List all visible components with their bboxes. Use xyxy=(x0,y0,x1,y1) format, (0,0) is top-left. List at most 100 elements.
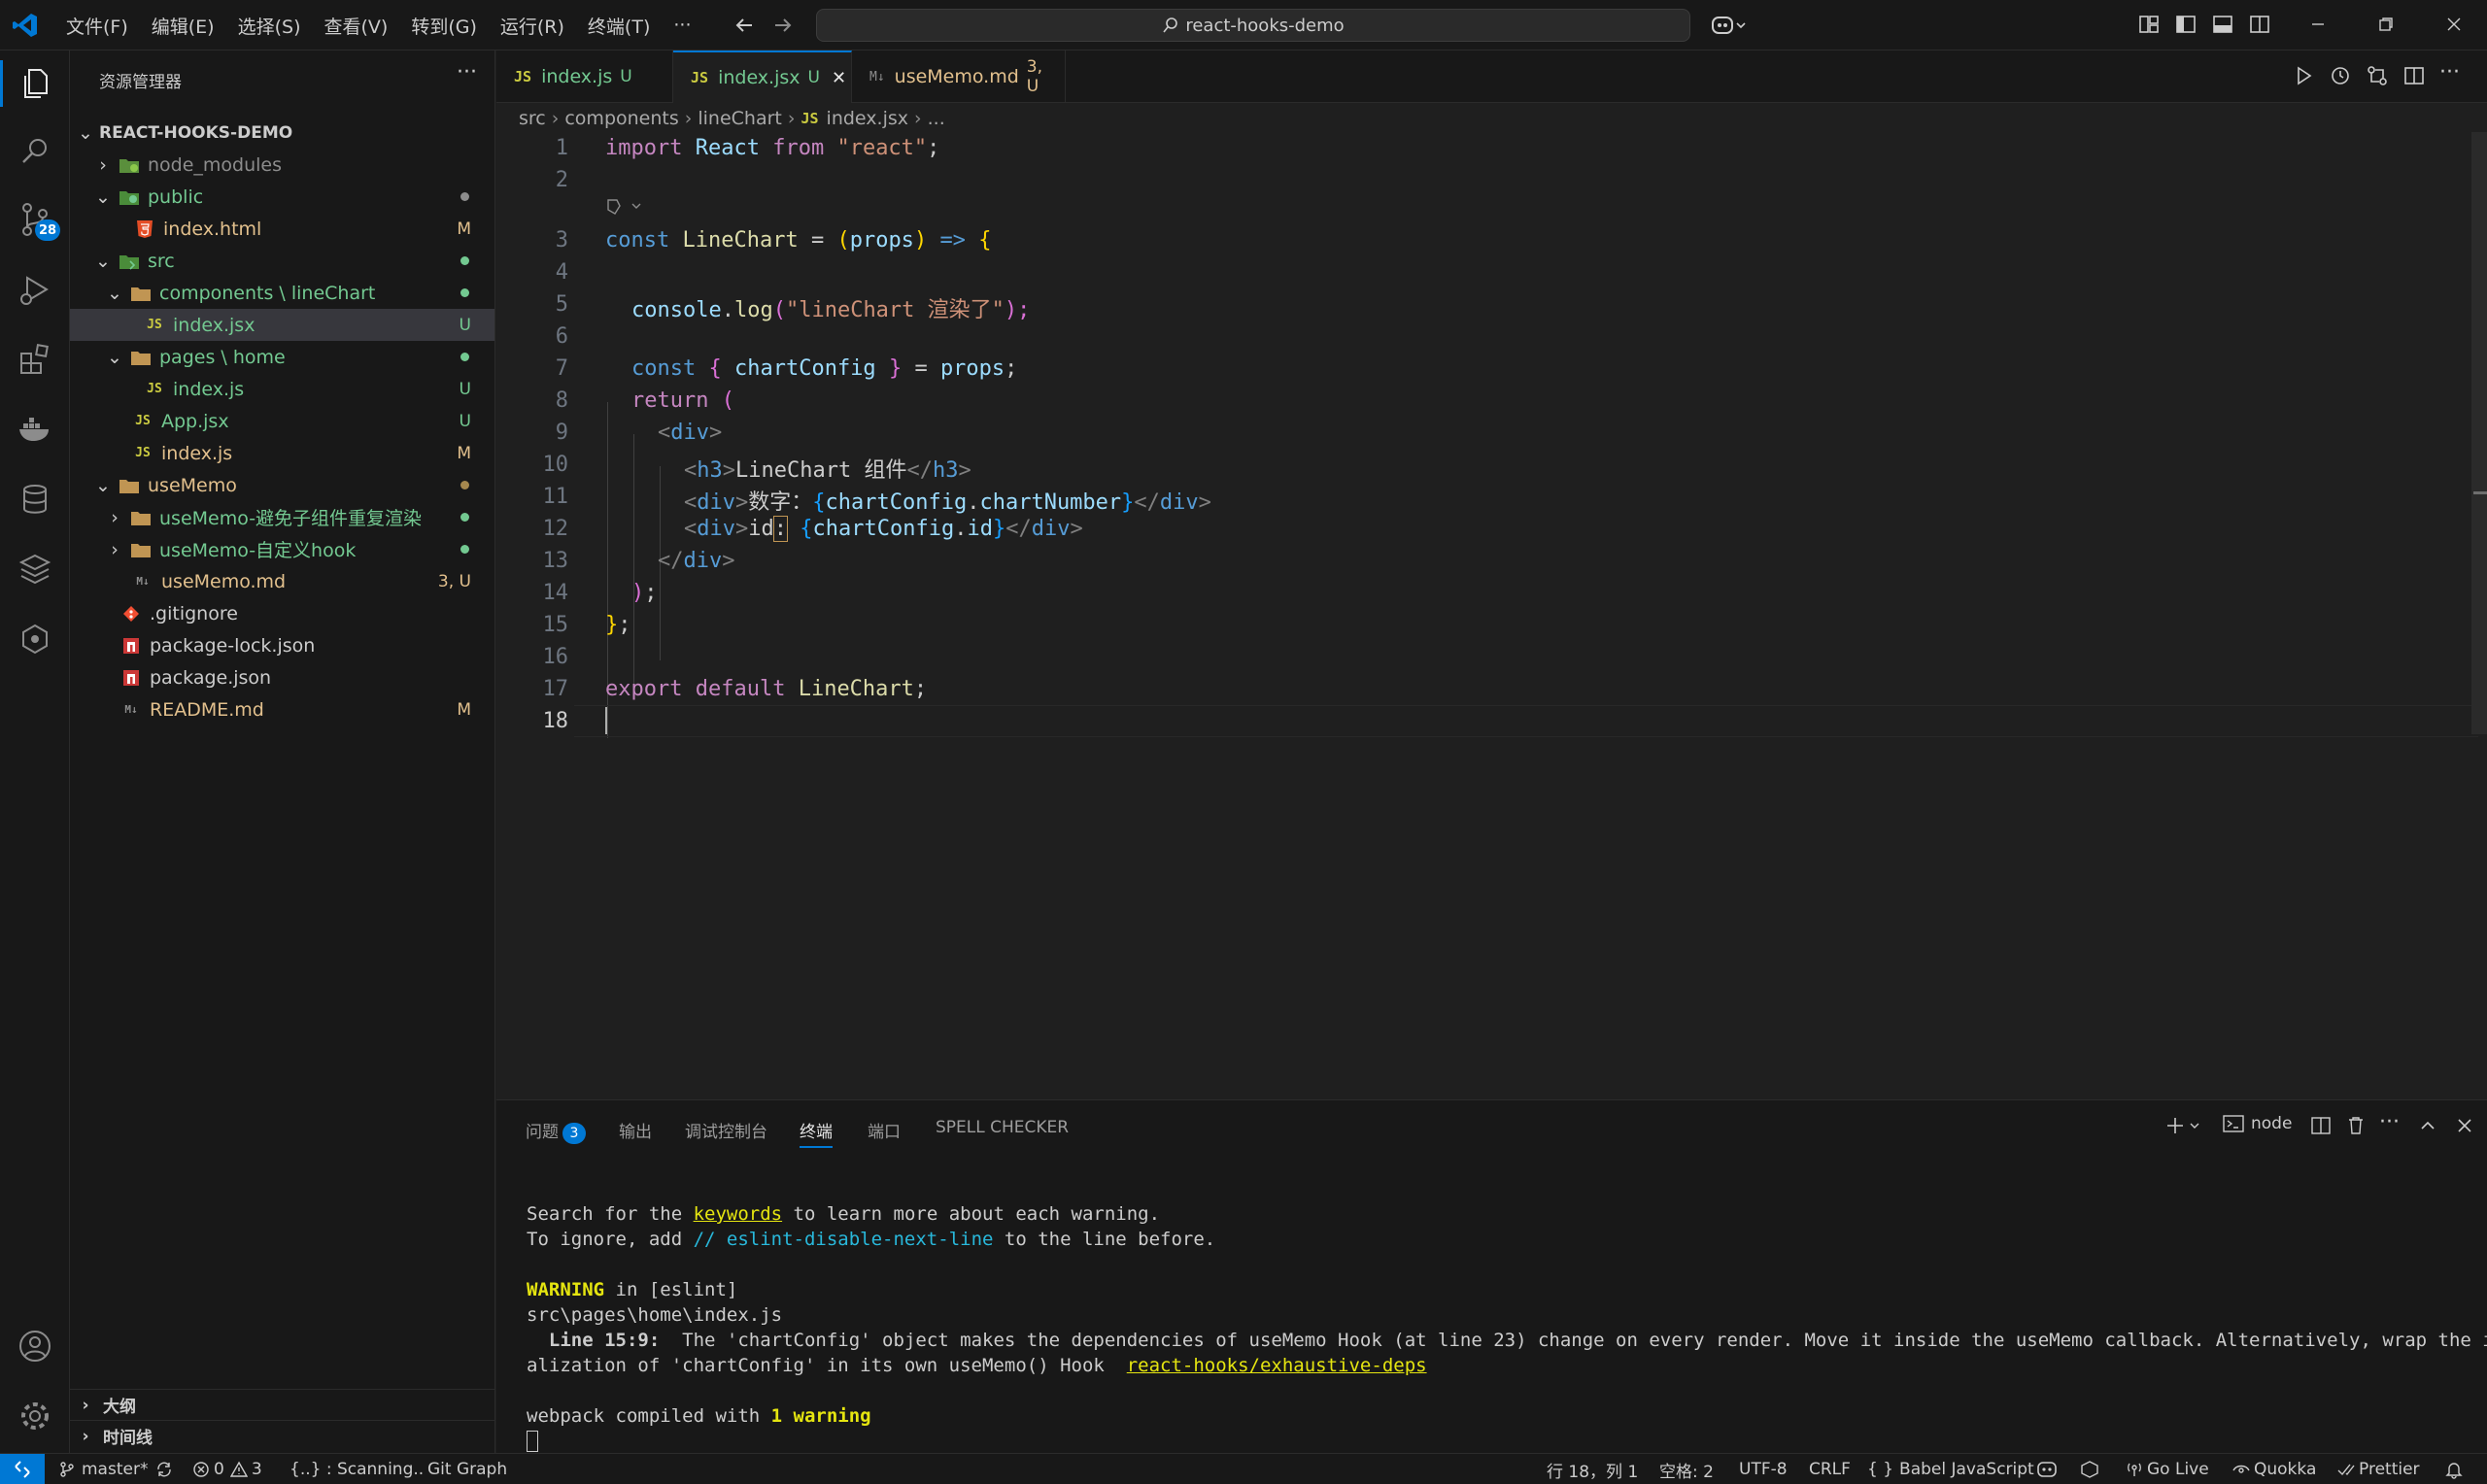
copilot-icon[interactable] xyxy=(1710,13,1746,38)
tree-folder-usememo-custom-hook[interactable]: › useMemo-自定义hook xyxy=(70,533,494,565)
editor-more-actions-icon[interactable]: ··· xyxy=(2439,60,2460,84)
maximize-panel-icon[interactable] xyxy=(2416,1114,2439,1137)
breadcrumb-item[interactable]: lineChart xyxy=(698,108,782,129)
tab-close-icon[interactable]: ✕ xyxy=(832,68,846,88)
explorer-more-button[interactable]: ··· xyxy=(457,60,477,84)
tree-folder-src[interactable]: ⌄ src xyxy=(70,245,494,277)
tree-folder-usememo-avoid-rerender[interactable]: › useMemo-避免子组件重复渲染 xyxy=(70,501,494,533)
split-editor-icon[interactable] xyxy=(2402,64,2426,87)
settings-gear-icon[interactable] xyxy=(16,1397,54,1435)
run-debug-icon[interactable] xyxy=(16,270,54,309)
menu-file[interactable]: 文件(F) xyxy=(54,13,140,39)
run-file-icon[interactable] xyxy=(2292,64,2315,87)
tab-usememo-md[interactable]: M↓ useMemo.md 3, U xyxy=(852,51,1066,103)
tree-folder-pages-home[interactable]: ⌄ pages \ home xyxy=(70,341,494,373)
tab-spell-checker[interactable]: SPELL CHECKER xyxy=(936,1118,1069,1137)
panel-more-icon[interactable]: ··· xyxy=(2379,1110,2400,1134)
timeline-section[interactable]: › 时间线 xyxy=(70,1420,494,1451)
tree-file-readme-md[interactable]: M↓ README.md M xyxy=(70,693,494,725)
menu-view[interactable]: 查看(V) xyxy=(313,13,400,39)
cursor-position[interactable]: 行 18，列 1 xyxy=(1547,1454,1638,1484)
tab-terminal[interactable]: 终端 xyxy=(800,1118,833,1148)
tree-file-usememo-md[interactable]: M↓ useMemo.md 3, U xyxy=(70,565,494,597)
layers-icon[interactable] xyxy=(16,550,54,589)
language-mode[interactable]: { } Babel JavaScript xyxy=(1867,1454,2034,1484)
sync-icon[interactable] xyxy=(155,1461,173,1478)
menu-terminal[interactable]: 终端(T) xyxy=(576,13,662,39)
tree-file-index-jsx[interactable]: JS index.jsx U xyxy=(70,309,494,341)
account-icon[interactable] xyxy=(16,1327,54,1366)
codelens-icon[interactable] xyxy=(605,196,644,218)
menu-run[interactable]: 运行(R) xyxy=(489,13,576,39)
gitlens-status-icon[interactable] xyxy=(2079,1454,2100,1484)
outline-section[interactable]: › 大纲 xyxy=(70,1389,494,1420)
breadcrumb-item[interactable]: ... xyxy=(928,108,945,129)
code-editor[interactable]: 1 import React from "react"; 2 3 const L… xyxy=(496,132,2487,1099)
tree-file-gitignore[interactable]: .gitignore xyxy=(70,597,494,629)
tree-file-src-index-js[interactable]: JS index.js M xyxy=(70,437,494,469)
remote-indicator-icon[interactable] xyxy=(0,1454,45,1484)
customize-layout-icon[interactable] xyxy=(2137,13,2163,38)
chevron-right-icon: › xyxy=(787,108,796,129)
new-terminal-icon[interactable] xyxy=(2165,1114,2204,1137)
breadcrumb-item[interactable]: components xyxy=(564,108,678,129)
command-center-search[interactable]: react-hooks-demo xyxy=(816,9,1690,42)
menu-go[interactable]: 转到(G) xyxy=(399,13,489,39)
encoding[interactable]: UTF-8 xyxy=(1739,1454,1788,1484)
close-window-icon[interactable] xyxy=(2442,13,2468,38)
menu-selection[interactable]: 选择(S) xyxy=(226,13,313,39)
end-of-line[interactable]: CRLF xyxy=(1809,1454,1851,1484)
tab-ports[interactable]: 端口 xyxy=(868,1118,901,1142)
compare-changes-icon[interactable] xyxy=(2366,64,2389,87)
split-terminal-icon[interactable] xyxy=(2309,1114,2333,1137)
git-graph-button[interactable]: Git Graph xyxy=(427,1454,507,1484)
minimize-icon[interactable] xyxy=(2306,13,2332,38)
tree-file-package-lock-json[interactable]: package-lock.json xyxy=(70,629,494,661)
forward-arrow-icon[interactable] xyxy=(771,14,795,37)
tree-folder-public[interactable]: ⌄ public xyxy=(70,181,494,213)
editor-scrollbar[interactable] xyxy=(2471,132,2487,734)
prettier-button[interactable]: Prettier xyxy=(2337,1454,2420,1484)
timeline-history-icon[interactable] xyxy=(2329,64,2352,87)
problems-indicator[interactable]: 0 3 xyxy=(192,1454,262,1484)
close-panel-icon[interactable] xyxy=(2453,1114,2476,1137)
tree-folder-node-modules[interactable]: › node_modules xyxy=(70,149,494,181)
tree-folder-components-linechart[interactable]: ⌄ components \ lineChart xyxy=(70,277,494,309)
terminal-shell-selector[interactable]: node xyxy=(2222,1112,2292,1135)
explorer-root[interactable]: ⌄ REACT-HOOKS-DEMO xyxy=(70,117,494,149)
toggle-secondary-sidebar-icon[interactable] xyxy=(2248,13,2273,38)
restore-icon[interactable] xyxy=(2374,13,2400,38)
back-arrow-icon[interactable] xyxy=(732,14,756,37)
tab-index-js[interactable]: JS index.js U xyxy=(496,51,673,103)
indentation[interactable]: 空格: 2 xyxy=(1659,1454,1714,1484)
git-branch[interactable]: master* xyxy=(58,1454,173,1484)
gitlens-icon[interactable] xyxy=(16,620,54,658)
explorer-icon[interactable] xyxy=(0,60,54,107)
copilot-status-icon[interactable] xyxy=(2036,1454,2058,1484)
menu-more[interactable]: ··· xyxy=(662,15,702,36)
source-control-icon[interactable]: 28 xyxy=(16,200,61,241)
search-icon[interactable] xyxy=(16,132,54,171)
docker-icon[interactable] xyxy=(16,410,54,449)
extensions-icon[interactable] xyxy=(16,340,54,379)
tab-index-jsx[interactable]: JS index.jsx U ✕ xyxy=(673,51,852,103)
toggle-panel-icon[interactable] xyxy=(2211,13,2236,38)
go-live-button[interactable]: Go Live xyxy=(2126,1454,2209,1484)
database-icon[interactable] xyxy=(16,480,54,519)
tab-debug-console[interactable]: 调试控制台 xyxy=(685,1118,767,1142)
tree-file-app-jsx[interactable]: JS App.jsx U xyxy=(70,405,494,437)
tree-file-home-index-js[interactable]: JS index.js U xyxy=(70,373,494,405)
trash-icon[interactable] xyxy=(2344,1114,2368,1137)
quokka-button[interactable]: Quokka xyxy=(2232,1454,2316,1484)
tree-file-package-json[interactable]: package.json xyxy=(70,661,494,693)
tab-output[interactable]: 输出 xyxy=(619,1118,652,1142)
breadcrumb-item[interactable]: src xyxy=(519,108,546,129)
notifications-bell-icon[interactable] xyxy=(2444,1454,2464,1484)
tab-problems[interactable]: 问题 3 xyxy=(526,1118,586,1144)
menu-edit[interactable]: 编辑(E) xyxy=(140,13,226,39)
breadcrumb-item[interactable]: index.jsx xyxy=(827,108,908,129)
tree-file-index-html[interactable]: index.html M xyxy=(70,213,494,245)
toggle-sidebar-icon[interactable] xyxy=(2174,13,2199,38)
scanning-status[interactable]: {..} : Scanning.. xyxy=(290,1454,424,1484)
tree-folder-usememo[interactable]: ⌄ useMemo xyxy=(70,469,494,501)
